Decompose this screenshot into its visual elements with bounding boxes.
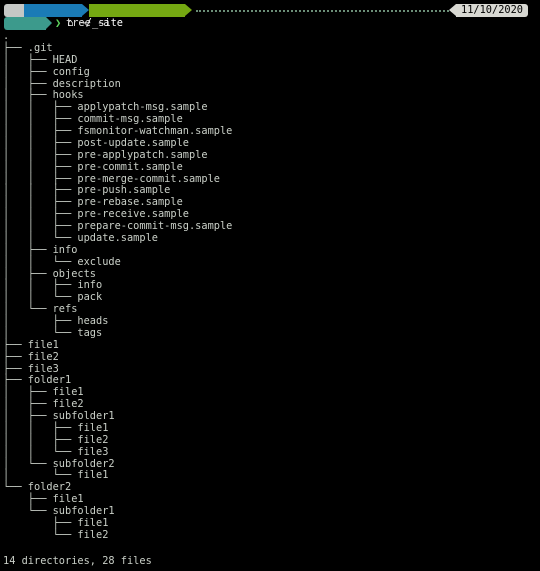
tree-line: ├── file1: [3, 338, 59, 351]
tree-line: .: [3, 30, 10, 42]
prompt-line-bottom: ◷ 16:53 ❯ tree -a: [0, 16, 540, 42]
tree-line: ├── file3: [3, 362, 59, 375]
tree-line: │ └── tags: [3, 326, 103, 339]
prompt-symbol: ❯: [55, 17, 62, 29]
tree-output: . ├── .git │ ├── HEAD │ ├── config │ ├── des…: [3, 30, 533, 542]
tree-line: │ └── file1: [3, 469, 109, 482]
prompt-filler-dots: [196, 10, 456, 12]
time-segment: ◷ 16:53: [4, 17, 88, 42]
tree-line: │ │ ├── post-update.sample: [3, 136, 189, 149]
tree-summary: 14 directories, 28 files: [3, 555, 152, 567]
tree-line: └── file2: [3, 528, 109, 541]
tree-line: │ │ └── pack: [3, 291, 103, 304]
tree-line: │ ├── info: [3, 243, 78, 256]
tree-line: │ │ ├── pre-applypatch.sample: [3, 148, 208, 161]
tree-line: ├── .git: [3, 41, 53, 54]
tree-line: │ │ ├── pre-commit.sample: [3, 160, 183, 173]
tree-line: │ │ ├── file2: [3, 433, 109, 446]
tree-line: │ │ └── exclude: [3, 255, 121, 268]
git-segment-arrow: [185, 4, 192, 16]
tree-line: │ │ ├── file1: [3, 421, 109, 434]
tree-line: ├── file2: [3, 350, 59, 363]
command-text[interactable]: tree -a: [66, 17, 109, 30]
tree-line: ├── file1: [3, 516, 109, 529]
tree-line: │ │ └── update.sample: [3, 231, 158, 244]
tree-line: │ │ └── file3: [3, 445, 109, 458]
time-segment-arrow: [46, 17, 52, 29]
tree-line: │ ├── config: [3, 65, 90, 78]
date-segment-arrow: [449, 4, 456, 16]
terminal-window[interactable]: ⌂ ~/_site on ⑂ master ?5 11/10/2020 ◷ 16…: [0, 0, 540, 571]
tree-line: │ ├── HEAD: [3, 53, 78, 66]
directory-segment-arrow: [82, 4, 89, 16]
